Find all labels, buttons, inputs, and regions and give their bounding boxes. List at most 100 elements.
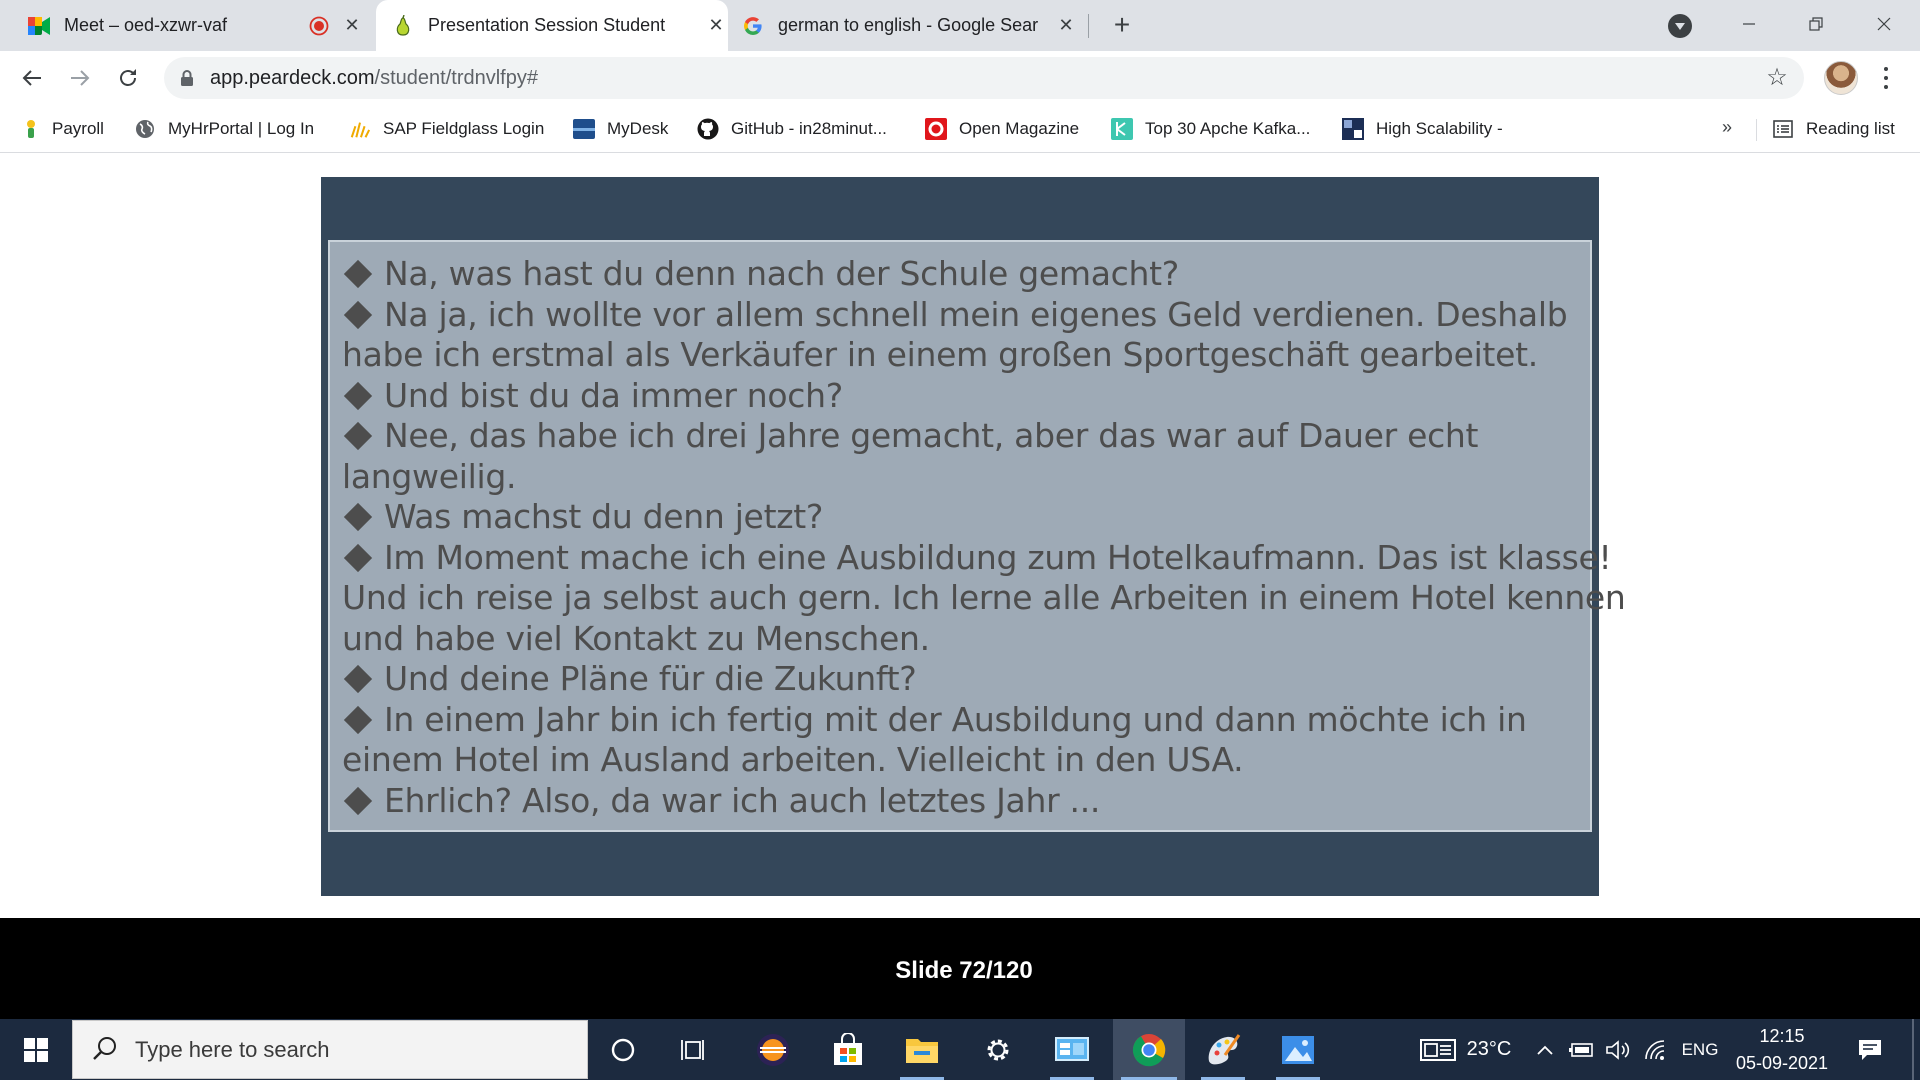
control-panel-icon[interactable] [1042, 1019, 1102, 1080]
browser-menu-button[interactable] [1874, 64, 1898, 92]
minimize-button[interactable] [1729, 6, 1769, 42]
bookmark-label: Open Magazine [959, 119, 1080, 138]
bookmarks-overflow-button[interactable]: » [1722, 117, 1732, 138]
bookmark-star-icon[interactable]: ☆ [1764, 65, 1790, 91]
volume-icon[interactable] [1604, 1019, 1632, 1080]
dialogue-line-text: Und bist du da immer noch? [384, 375, 843, 415]
bookmark-label: GitHub - in28minut... [731, 119, 887, 138]
windows-icon [24, 1037, 48, 1062]
chevron-up-icon[interactable] [1532, 1019, 1558, 1080]
reading-list-icon [1772, 118, 1794, 140]
back-button[interactable] [16, 62, 48, 94]
recording-icon [308, 15, 330, 37]
bookmark-myhrportal[interactable]: MyHrPortal | Log In [134, 115, 314, 143]
windows-taskbar: Type here to search 23°C ENG 12:15 05-09… [0, 1019, 1920, 1080]
restore-button[interactable] [1796, 6, 1836, 42]
forward-button[interactable] [64, 62, 96, 94]
peardeck-student-page: Na, was hast du denn nach der Schule gem… [0, 154, 1920, 918]
tab-google-search[interactable]: german to english - Google Sear ✕ [742, 0, 1078, 51]
dialogue-line-text: Was machst du denn jetzt? [384, 497, 824, 536]
battery-icon[interactable] [1568, 1019, 1596, 1080]
search-placeholder: Type here to search [135, 1036, 330, 1062]
tab-title: Meet – oed-xzwr-vaf [64, 15, 228, 35]
arrow-right-icon [71, 70, 90, 86]
reload-icon [120, 69, 136, 86]
close-tab-icon[interactable]: ✕ [340, 14, 364, 38]
wifi-icon[interactable] [1640, 1019, 1670, 1080]
close-window-button[interactable] [1864, 6, 1904, 42]
new-tab-button[interactable]: + [1108, 11, 1136, 40]
browser-toolbar: app.peardeck.com/student/trdnvlfpy# ☆ [0, 51, 1920, 105]
file-explorer-icon[interactable] [892, 1019, 952, 1080]
dialogue-line: Im Moment mache ich eine Ausbildung zum … [342, 538, 1612, 579]
google-icon [742, 15, 764, 37]
paint-icon[interactable] [1193, 1019, 1253, 1080]
bookmark-sap-fieldglass[interactable]: SAP Fieldglass Login [349, 115, 544, 143]
task-view-icon[interactable] [665, 1019, 725, 1080]
bookmark-label: MyDesk [607, 119, 669, 138]
bookmark-github[interactable]: GitHub - in28minut... [697, 115, 887, 143]
diamond-bullet-icon [343, 381, 373, 410]
bookmark-label: High Scalability - [1376, 119, 1503, 138]
settings-icon[interactable] [968, 1019, 1028, 1080]
tab-strip: Meet – oed-xzwr-vaf ✕ Presentation Sessi… [0, 0, 1920, 51]
start-button[interactable] [0, 1019, 72, 1080]
dialogue-line: Nee, das habe ich drei Jahre gemacht, ab… [342, 416, 1578, 457]
dialogue-line-text: Im Moment mache ich eine Ausbildung zum … [384, 537, 1612, 577]
tab-meet[interactable]: Meet – oed-xzwr-vaf ✕ [28, 0, 364, 51]
profile-avatar[interactable] [1824, 61, 1858, 95]
bookmark-payroll[interactable]: Payroll [24, 115, 104, 143]
dialogue-line: und habe viel Kontakt zu Menschen. [342, 619, 1578, 660]
bookmarks-bar: Payroll MyHrPortal | Log In SAP Fieldgla… [0, 105, 1920, 153]
dialogue-line-text: Und deine Pläne für die Zukunft? [384, 659, 917, 698]
language-indicator[interactable]: ENG [1678, 1019, 1722, 1080]
dialogue-line: langweilig. [342, 457, 1578, 498]
cortana-icon[interactable] [593, 1019, 653, 1080]
store-icon[interactable] [818, 1019, 878, 1080]
tab-title: german to english - Google Sear [778, 15, 1039, 35]
bookmark-open-magazine[interactable]: Open Magazine [925, 115, 1079, 143]
show-desktop-button[interactable] [1912, 1019, 1914, 1080]
dialogue-line: In einem Jahr bin ich fertig mit der Aus… [342, 700, 1578, 741]
dialogue-line-text: habe ich erstmal als Verkäufer in einem … [342, 335, 1538, 374]
dialogue-line: Na ja, ich wollte vor allem schnell mein… [342, 295, 1578, 336]
bookmark-high-scalability[interactable]: High Scalability - [1342, 115, 1503, 143]
tab-peardeck[interactable]: Presentation Session Student ✕ [376, 0, 728, 51]
reading-list-button[interactable]: Reading list [1772, 115, 1895, 143]
dialogue-line: Und deine Pläne für die Zukunft? [342, 659, 1578, 700]
system-clock[interactable]: 12:15 05-09-2021 [1728, 1019, 1836, 1080]
lock-icon[interactable] [180, 69, 194, 87]
dialogue-line-text: In einem Jahr bin ich fertig mit der Aus… [384, 699, 1527, 739]
tab-search-icon[interactable] [1668, 14, 1692, 38]
dialogue-line-text: und habe viel Kontakt zu Menschen. [342, 618, 930, 658]
reload-button[interactable] [112, 62, 144, 94]
high-scalability-icon [1342, 118, 1364, 140]
photos-icon[interactable] [1268, 1019, 1328, 1080]
eclipse-icon[interactable] [743, 1019, 803, 1080]
close-tab-icon[interactable]: ✕ [704, 14, 728, 38]
diamond-bullet-icon [343, 705, 373, 734]
address-bar[interactable]: app.peardeck.com/student/trdnvlfpy# ☆ [164, 57, 1804, 99]
news-widget-icon[interactable] [1416, 1019, 1460, 1080]
bookmark-label: Top 30 Apche Kafka... [1145, 119, 1311, 138]
clock-date: 05-09-2021 [1735, 1052, 1829, 1073]
mydesk-icon [573, 118, 595, 140]
dialogue-line: habe ich erstmal als Verkäufer in einem … [342, 335, 1578, 376]
google-meet-icon [28, 15, 50, 37]
dialogue-line-text: Und ich reise ja selbst auch gern. Ich l… [342, 578, 1626, 617]
chrome-icon[interactable] [1113, 1019, 1185, 1080]
bookmark-kafka[interactable]: Top 30 Apche Kafka... [1111, 115, 1310, 143]
tab-title: Presentation Session Student [428, 15, 666, 35]
weather-temperature[interactable]: 23°C [1462, 1019, 1516, 1080]
bookmark-mydesk[interactable]: MyDesk [573, 115, 668, 143]
fieldglass-icon [349, 118, 371, 140]
bookmarks-separator [1756, 119, 1757, 141]
notifications-icon[interactable] [1848, 1019, 1892, 1080]
diamond-bullet-icon [343, 786, 373, 815]
taskbar-search-box[interactable]: Type here to search [72, 1020, 588, 1079]
dialogue-line-text: Na, was hast du denn nach der Schule gem… [384, 254, 1179, 293]
close-tab-icon[interactable]: ✕ [1054, 14, 1078, 38]
dialogue-line: einem Hotel im Ausland arbeiten. Viellei… [342, 740, 1578, 781]
dialogue-line: Und ich reise ja selbst auch gern. Ich l… [342, 578, 1626, 619]
peardeck-icon [392, 14, 414, 37]
